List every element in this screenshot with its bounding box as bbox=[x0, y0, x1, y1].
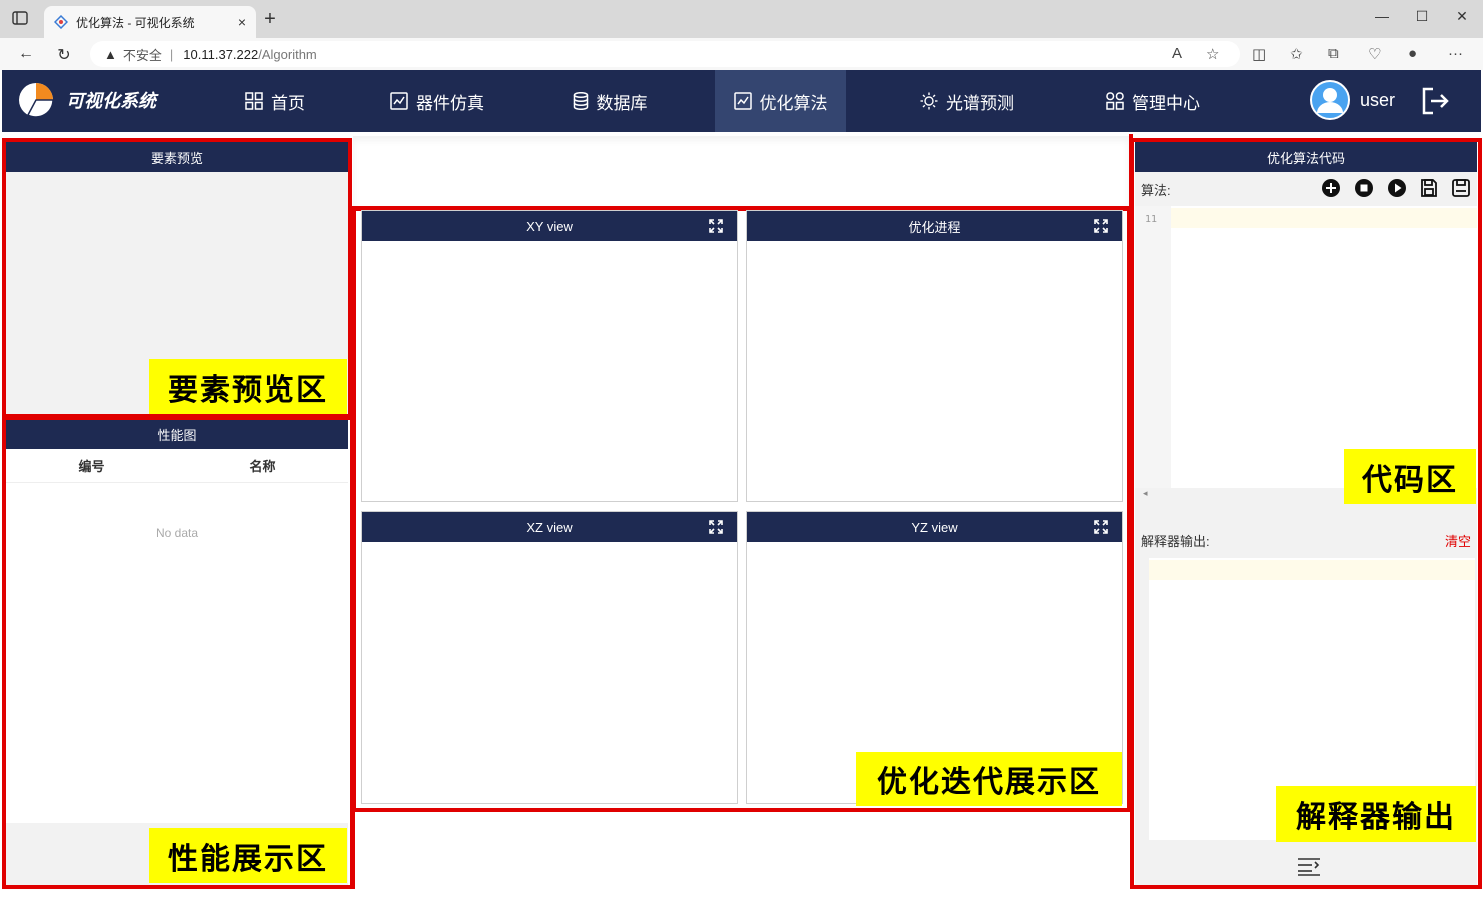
profile-avatar-icon[interactable]: ● bbox=[1408, 45, 1417, 62]
warning-icon: ▲ bbox=[104, 46, 117, 62]
brand-title: 可视化系统 bbox=[66, 91, 156, 111]
app-header: 可视化系统 首页 器件仿真 数据库 优化算法 光谱预测 管理中心 user bbox=[2, 70, 1481, 132]
interpreter-output-tag: 解释器输出 bbox=[1276, 786, 1476, 842]
favorites-icon[interactable]: ✩ bbox=[1290, 45, 1303, 63]
tab-title: 优化算法 - 可视化系统 bbox=[76, 15, 195, 30]
sun-icon bbox=[920, 92, 938, 110]
split-screen-icon[interactable]: ◫ bbox=[1252, 45, 1266, 63]
code-area-tag: 代码区 bbox=[1344, 449, 1476, 504]
browser-tab[interactable]: 优化算法 - 可视化系统 × bbox=[44, 6, 256, 38]
address-bar-row: ← ↻ ▲ 不安全 | 10.11.37.222 /Algorithm A ☆ … bbox=[0, 38, 1483, 70]
new-tab-button[interactable]: + bbox=[260, 8, 280, 31]
performance-highlight bbox=[2, 416, 354, 889]
favorite-star-icon[interactable]: ☆ bbox=[1206, 45, 1219, 63]
url-separator: | bbox=[169, 46, 174, 62]
url-path: /Algorithm bbox=[258, 46, 317, 62]
performance-tag: 性能展示区 bbox=[149, 828, 347, 883]
nav-optimization-algorithm[interactable]: 优化算法 bbox=[715, 70, 846, 132]
nav-spectrum-prediction-label: 光谱预测 bbox=[946, 93, 1014, 113]
insecure-label: 不安全 bbox=[122, 47, 162, 63]
optimization-iteration-tag: 优化迭代展示区 bbox=[856, 752, 1122, 806]
read-aloud-icon[interactable]: A bbox=[1172, 45, 1182, 62]
nav-database[interactable]: 数据库 bbox=[550, 70, 670, 132]
brand-logo[interactable]: 可视化系统 bbox=[18, 82, 156, 118]
url-host: 10.11.37.222 bbox=[183, 46, 259, 62]
database-icon bbox=[573, 92, 588, 110]
nav-spectrum-prediction[interactable]: 光谱预测 bbox=[902, 70, 1032, 132]
collections-icon[interactable]: ⧉ bbox=[1328, 45, 1339, 62]
logout-icon[interactable] bbox=[1420, 86, 1450, 121]
user-menu[interactable]: user bbox=[1310, 80, 1395, 120]
url-field[interactable]: ▲ 不安全 | 10.11.37.222 /Algorithm bbox=[90, 41, 1240, 67]
algorithm-code-highlight bbox=[1130, 138, 1482, 889]
pie-logo-icon bbox=[19, 83, 54, 118]
nav-database-label: 数据库 bbox=[596, 93, 648, 113]
grid-icon bbox=[245, 92, 263, 110]
nav-admin-center[interactable]: 管理中心 bbox=[1088, 70, 1218, 132]
reload-icon[interactable]: ↻ bbox=[54, 45, 74, 64]
tab-close-icon[interactable]: × bbox=[238, 14, 246, 30]
chart-icon bbox=[390, 92, 408, 110]
center-bottom-left-edge bbox=[351, 808, 355, 889]
nav-home[interactable]: 首页 bbox=[215, 70, 335, 132]
maximize-button[interactable]: ☐ bbox=[1412, 8, 1432, 25]
nav-device-simulation-label: 器件仿真 bbox=[416, 93, 484, 113]
site-favicon-icon bbox=[54, 15, 68, 29]
close-window-button[interactable]: ✕ bbox=[1452, 8, 1472, 25]
nav-admin-center-label: 管理中心 bbox=[1132, 93, 1200, 113]
browser-essentials-icon[interactable]: ♡ bbox=[1368, 45, 1381, 63]
nav-optimization-algorithm-label: 优化算法 bbox=[759, 93, 828, 113]
element-preview-tag: 要素预览区 bbox=[149, 359, 347, 414]
nav-device-simulation[interactable]: 器件仿真 bbox=[372, 70, 502, 132]
chart-icon bbox=[733, 92, 752, 110]
tab-actions-icon[interactable] bbox=[12, 10, 32, 28]
back-icon[interactable]: ← bbox=[16, 45, 36, 63]
nav-home-label: 首页 bbox=[271, 93, 305, 113]
user-avatar-icon bbox=[1310, 80, 1350, 120]
more-menu-icon[interactable]: ··· bbox=[1448, 45, 1463, 62]
minimize-button[interactable]: — bbox=[1372, 8, 1392, 24]
optimization-iteration-highlight bbox=[352, 206, 1131, 812]
grid-icon bbox=[1106, 92, 1124, 110]
user-name: user bbox=[1360, 89, 1396, 110]
browser-tabstrip: 优化算法 - 可视化系统 × + — ☐ ✕ bbox=[0, 0, 1483, 38]
center-top-highlight bbox=[351, 134, 1133, 211]
